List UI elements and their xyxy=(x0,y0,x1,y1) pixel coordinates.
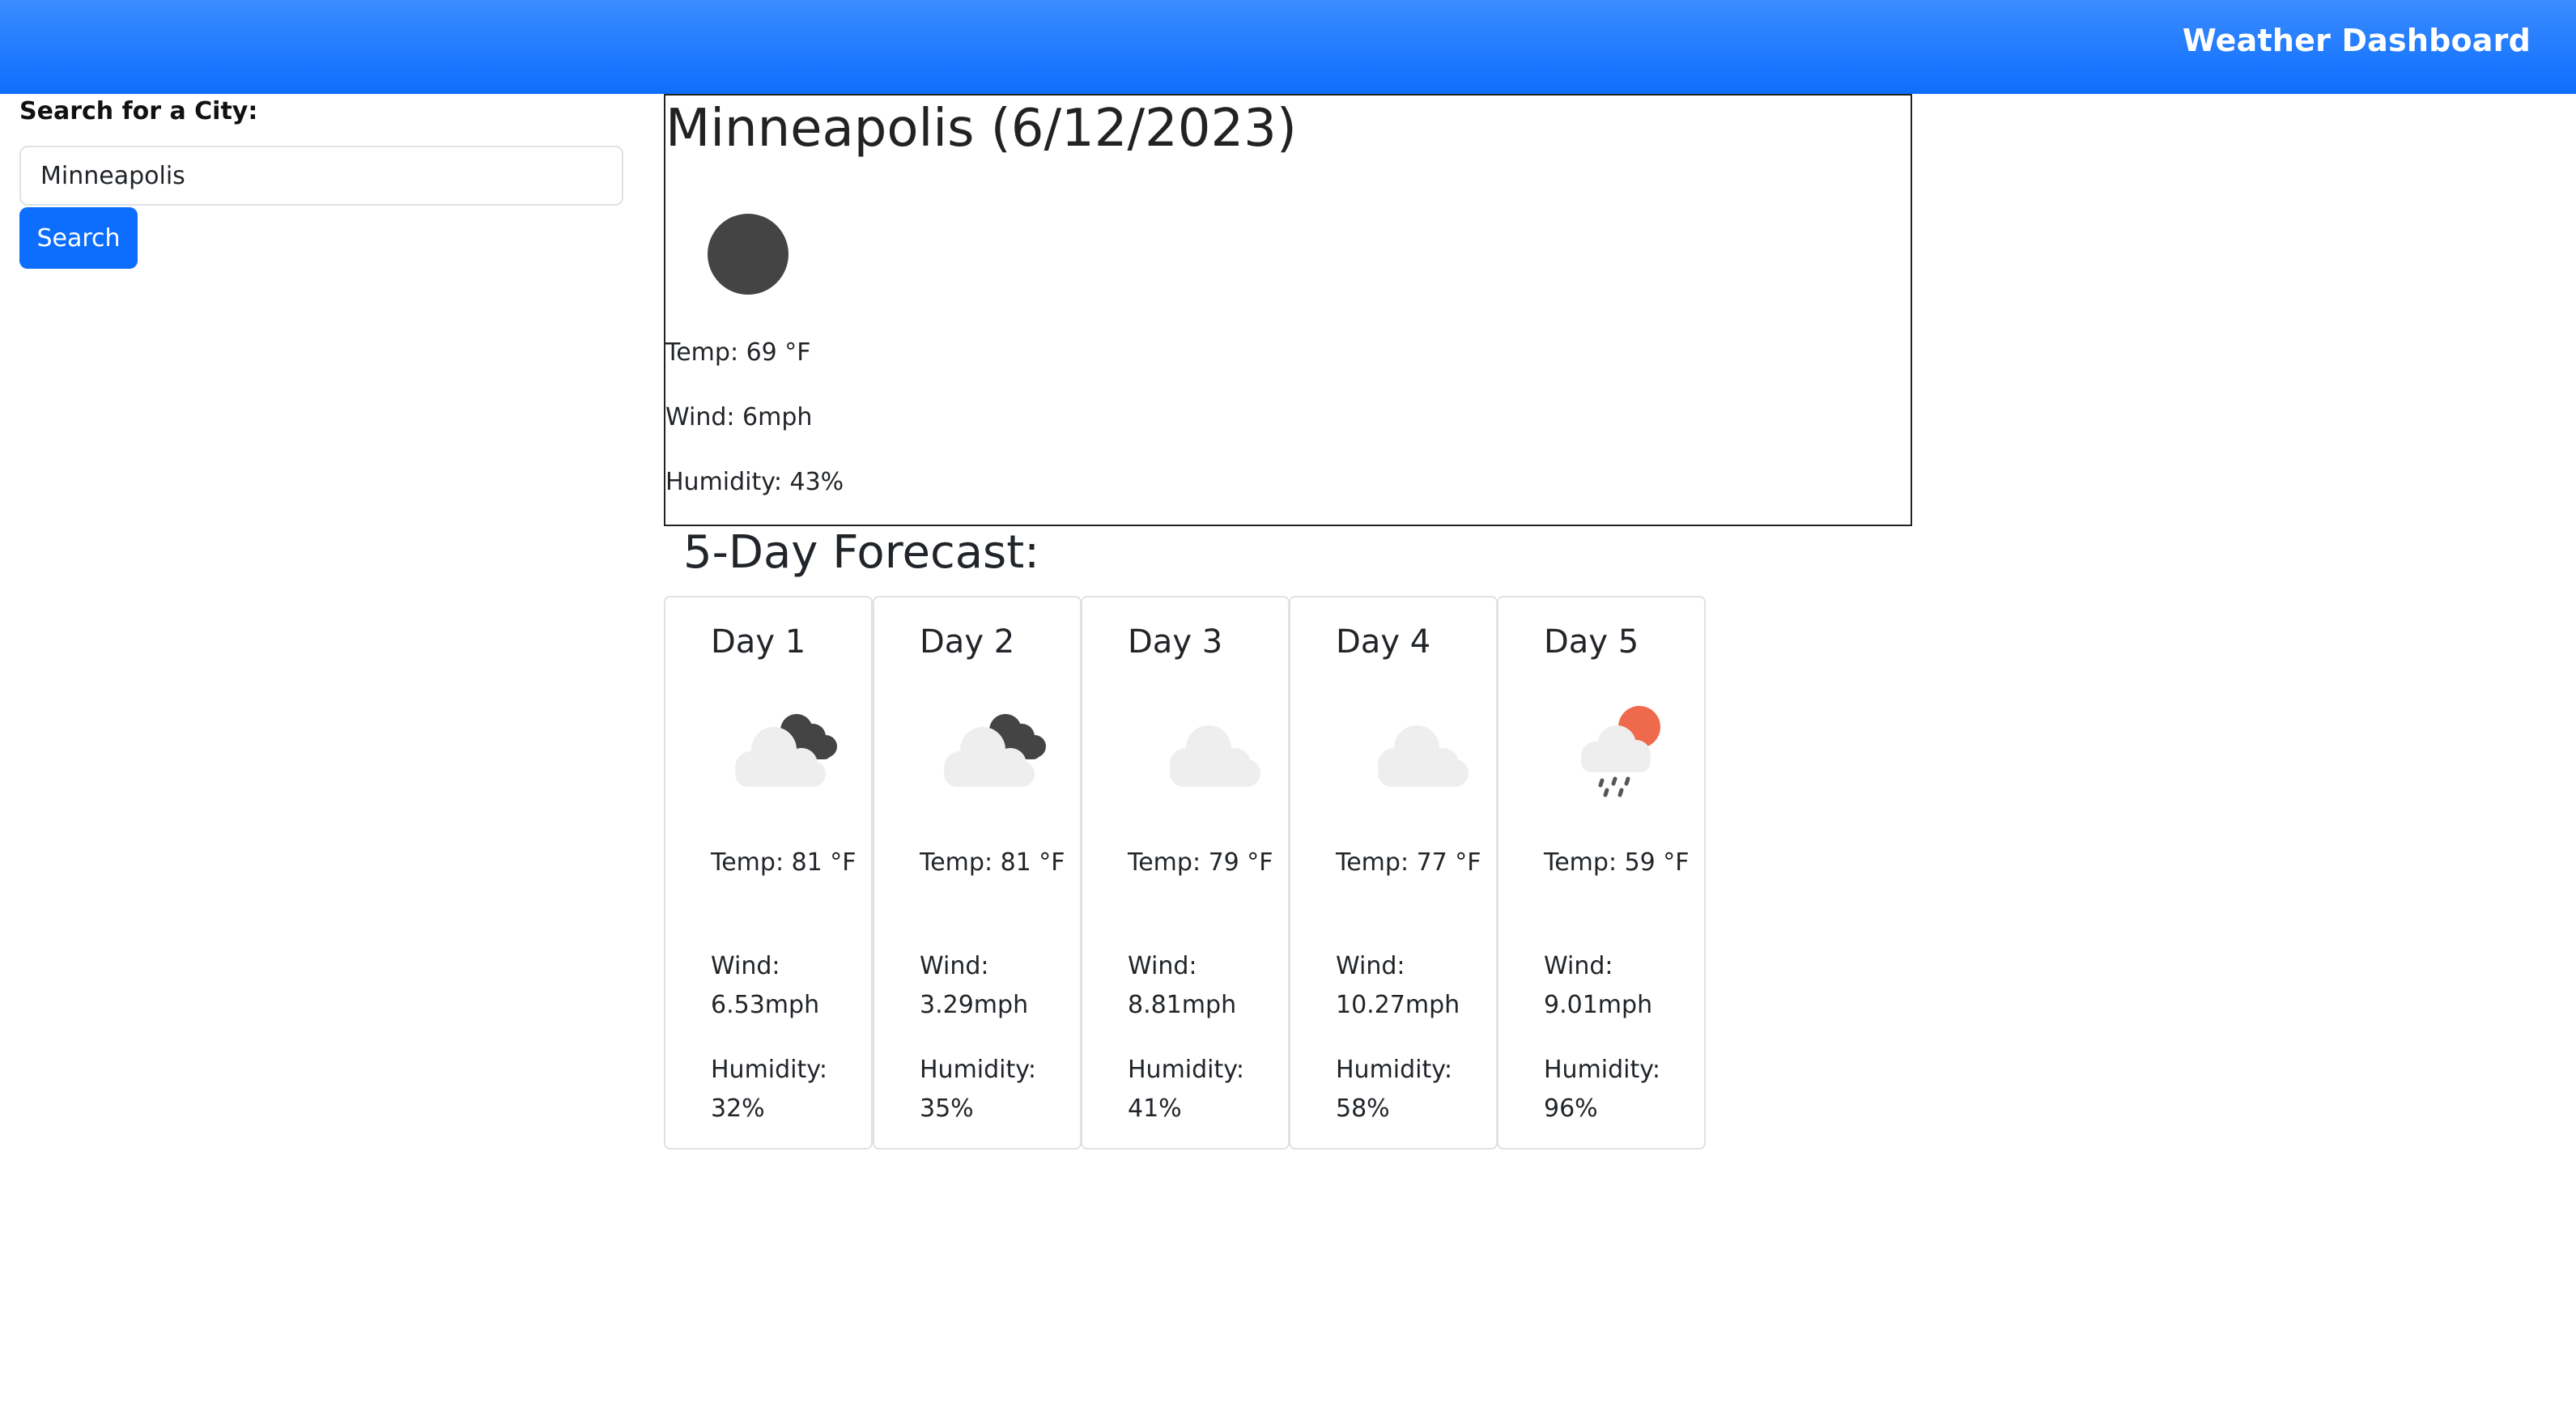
forecast-heading: 5-Day Forecast: xyxy=(683,526,1040,579)
forecast-day-title: Day 2 xyxy=(920,623,1015,661)
current-temp: Temp: 69 °F xyxy=(665,338,811,367)
current-humidity: Humidity: 43% xyxy=(665,468,844,496)
forecast-card-day-2: Day 2 Temp: 81 °F Wind: 3.29mph Humidity… xyxy=(873,596,1082,1150)
forecast-temp: Temp: 81 °F xyxy=(920,848,1065,877)
broken-clouds-night-icon xyxy=(735,714,837,787)
forecast-wind: Wind: 10.27mph xyxy=(1336,952,1460,1019)
forecast-wind: Wind: 3.29mph xyxy=(920,952,1029,1019)
forecast-day-title: Day 3 xyxy=(1128,623,1223,661)
rain-sun-icon xyxy=(1581,706,1660,797)
forecast-day-title: Day 4 xyxy=(1336,623,1431,661)
forecast-wind: Wind: 9.01mph xyxy=(1544,952,1653,1019)
forecast-card-day-3: Day 3 Temp: 79 °F Wind: 8.81mph Humidity… xyxy=(1081,596,1290,1150)
forecast-day-title: Day 5 xyxy=(1544,623,1639,661)
dark-circle-icon xyxy=(708,214,789,295)
city-search-input[interactable] xyxy=(19,146,623,206)
forecast-temp: Temp: 79 °F xyxy=(1128,848,1273,877)
forecast-card-day-5: Day 5 Temp: 59 °F Wind: 9.01mph Humidity… xyxy=(1497,596,1706,1150)
cloud-icon xyxy=(1170,725,1260,787)
forecast-card-day-1: Day 1 Temp: 81 °F Wind: 6.53mph Humidity… xyxy=(664,596,873,1150)
forecast-wind: Wind: 6.53mph xyxy=(711,952,820,1019)
cloud-icon xyxy=(1378,725,1469,787)
forecast-wind: Wind: 8.81mph xyxy=(1128,952,1237,1019)
forecast-humidity: Humidity: 32% xyxy=(711,1056,827,1123)
forecast-card-day-4: Day 4 Temp: 77 °F Wind: 10.27mph Humidit… xyxy=(1289,596,1498,1150)
current-weather-panel: Minneapolis (6/12/2023) Temp: 69 °F Wind… xyxy=(664,94,1912,526)
forecast-humidity: Humidity: 35% xyxy=(920,1056,1036,1123)
forecast-humidity: Humidity: 96% xyxy=(1544,1056,1660,1123)
current-wind: Wind: 6mph xyxy=(665,403,813,431)
current-city-title: Minneapolis (6/12/2023) xyxy=(665,99,1297,159)
forecast-temp: Temp: 81 °F xyxy=(711,848,857,877)
search-label: Search for a City: xyxy=(19,97,258,125)
forecast-temp: Temp: 59 °F xyxy=(1544,848,1690,877)
app-header: Weather Dashboard xyxy=(0,0,2576,94)
app-title: Weather Dashboard xyxy=(2182,23,2531,58)
forecast-temp: Temp: 77 °F xyxy=(1336,848,1481,877)
forecast-humidity: Humidity: 58% xyxy=(1336,1056,1452,1123)
search-button[interactable]: Search xyxy=(19,207,138,269)
forecast-humidity: Humidity: 41% xyxy=(1128,1056,1244,1123)
broken-clouds-night-icon xyxy=(944,714,1046,787)
forecast-day-title: Day 1 xyxy=(711,623,806,661)
